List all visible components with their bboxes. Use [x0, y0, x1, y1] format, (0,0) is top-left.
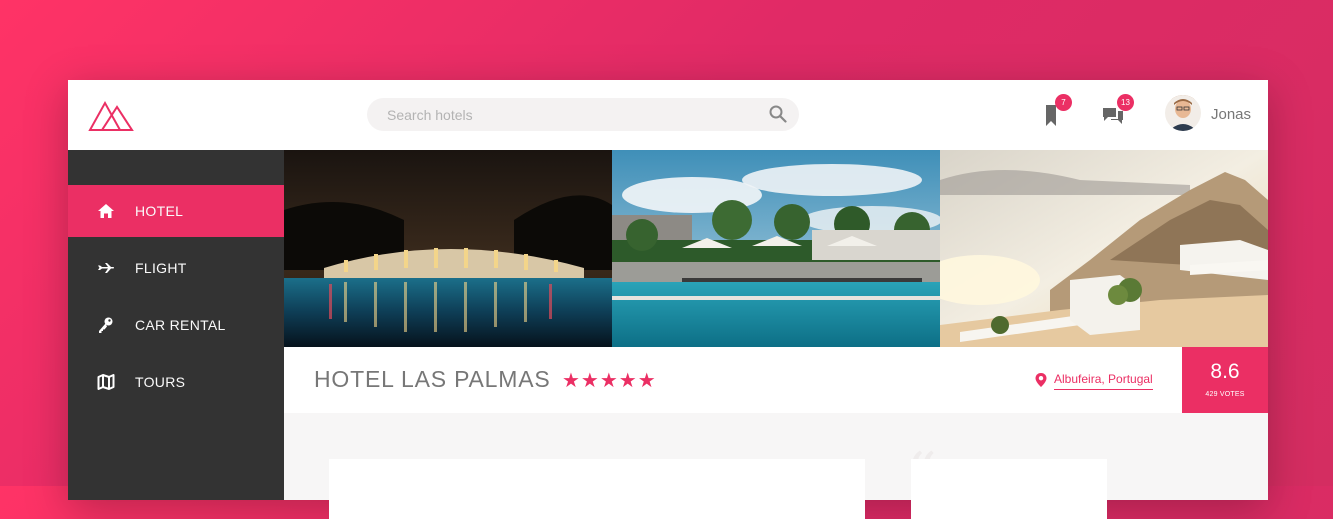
hotel-overview: HOTEL LAS PALMAS ★★★★★ Albufeira, Portug…	[284, 347, 1268, 413]
description-card	[329, 459, 865, 519]
avatar[interactable]	[1165, 95, 1201, 131]
coastal-terrace-photo[interactable]	[940, 150, 1268, 347]
messages-count-badge: 13	[1117, 94, 1134, 111]
mountain-logo-icon[interactable]	[88, 97, 134, 133]
home-icon	[97, 202, 115, 220]
search-input[interactable]	[367, 98, 767, 131]
bookmark-icon	[1038, 105, 1064, 132]
rating-average: 8.6	[1210, 360, 1240, 383]
top-header: 7 13 Jonas	[68, 80, 1268, 150]
sidebar-item-flight[interactable]: FLIGHT	[68, 242, 284, 294]
map-icon	[97, 373, 115, 391]
sidebar-item-label: CAR RENTAL	[135, 317, 226, 333]
rating-badge: 8.6 429 VOTES	[1182, 347, 1268, 413]
search-bar	[367, 98, 799, 131]
airplane-icon	[97, 259, 115, 277]
chat-icon	[1100, 108, 1126, 132]
sidebar: HOTEL FLIGHT CAR RENTAL TOURS	[68, 150, 284, 500]
user-name: Jonas	[1211, 106, 1252, 123]
hotel-name: HOTEL LAS PALMAS	[314, 366, 551, 392]
star-rating: ★★★★★	[562, 370, 657, 392]
bookmarks-button[interactable]: 7	[1038, 94, 1072, 128]
hotel-pool-day-photo[interactable]	[612, 150, 940, 347]
hotel-detail: “	[284, 413, 1268, 519]
location-pin-icon	[1035, 373, 1047, 387]
key-icon	[97, 316, 115, 334]
hotel-pool-night-photo[interactable]	[284, 150, 612, 347]
sidebar-item-label: TOURS	[135, 374, 186, 390]
sidebar-item-label: HOTEL	[135, 203, 184, 219]
sidebar-item-tours[interactable]: TOURS	[68, 356, 284, 408]
search-icon[interactable]	[769, 105, 787, 123]
location-text: Albufeira, Portugal	[1054, 372, 1153, 390]
sidebar-item-label: FLIGHT	[135, 260, 187, 276]
messages-button[interactable]: 13	[1100, 94, 1134, 128]
sidebar-item-hotel[interactable]: HOTEL	[68, 185, 284, 237]
sidebar-item-car-rental[interactable]: CAR RENTAL	[68, 299, 284, 351]
app-window: 7 13 Jonas	[68, 80, 1268, 519]
rating-count: 429 VOTES	[1205, 391, 1245, 398]
bookmarks-count-badge: 7	[1055, 94, 1072, 111]
review-card	[911, 459, 1107, 519]
